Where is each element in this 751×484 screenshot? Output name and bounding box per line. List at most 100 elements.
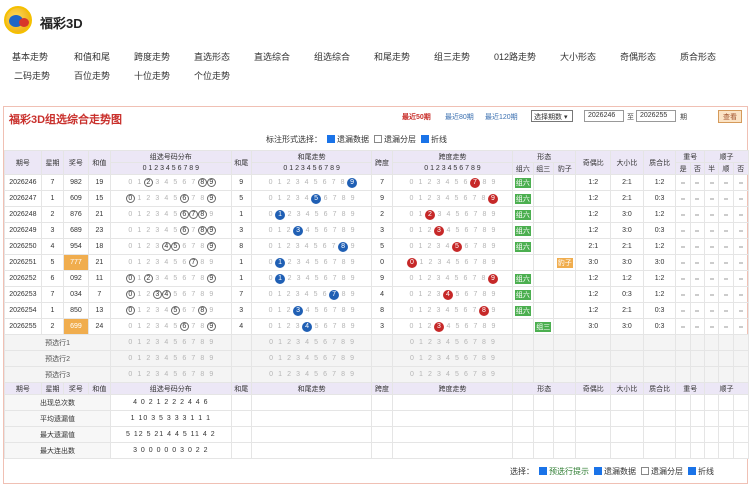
digit-mark: 6 [464,322,469,330]
option-polyline[interactable]: 折线 [421,134,447,145]
preselect-cell[interactable] [675,366,691,383]
nav-item[interactable]: 奇偶形态 [620,50,656,63]
preselect-row[interactable]: 预选行1 0 1 2 3 4 5 6 7 8 9 0 1 2 3 4 5 6 7 8 9 0 1 2 3 4 5 6 7 8 9 [3,334,750,351]
preselect-cell[interactable] [575,334,612,351]
preselect-row[interactable]: 预选行3 0 1 2 3 4 5 6 7 8 9 0 1 2 3 4 5 6 7 8 9 0 1 2 3 4 5 6 7 8 9 [3,366,750,383]
nav-item[interactable]: 012路走势 [494,50,536,63]
nav-item[interactable]: 基本走势 [12,50,48,63]
col-hewei-trend: 和尾走势 [250,382,373,395]
option-preselect-hint[interactable]: 预选行提示 [539,466,589,477]
nav-item[interactable]: 质合形态 [680,50,716,63]
preselect-cell[interactable] [532,334,554,351]
preselect-cell[interactable] [689,334,705,351]
range-link-120[interactable]: 最近120期 [485,112,518,122]
nav-item[interactable]: 个位走势 [194,69,230,82]
preselect-label[interactable]: 预选行3 [3,366,112,383]
preselect-cell[interactable] [552,350,577,367]
nav-item[interactable]: 和值和尾 [74,50,110,63]
preselect-row[interactable]: 预选行2 0 1 2 3 4 5 6 7 8 9 0 1 2 3 4 5 6 7 8 9 0 1 2 3 4 5 6 7 8 9 [3,350,750,367]
digit-cell-group: 0123456789 [250,270,373,287]
col-qihao[interactable]: 期号 [4,150,42,175]
preselect-cell[interactable] [512,334,534,351]
nav-item[interactable]: 二码走势 [14,69,50,82]
preselect-cell[interactable] [575,366,612,383]
preselect-cell[interactable] [718,334,734,351]
row-flag-cell [675,286,691,303]
preselect-cell[interactable] [732,366,750,383]
preselect-cell[interactable] [703,334,720,351]
preselect-cell[interactable] [642,350,677,367]
preselect-cell[interactable] [575,350,612,367]
preselect-cell[interactable] [512,366,534,383]
stat-cell [703,410,720,427]
preselect-cell[interactable] [610,334,644,351]
preselect-cell[interactable] [532,350,554,367]
checkbox-checked-icon[interactable] [688,467,696,475]
nav-item[interactable]: 跨度走势 [134,50,170,63]
digit-cell-group: 0123456789 [391,366,514,383]
preselect-cell[interactable] [689,350,705,367]
range-link-80[interactable]: 最近80期 [445,112,474,122]
preselect-cell[interactable] [610,366,644,383]
query-button[interactable]: 查看 [718,110,742,123]
preselect-cell[interactable] [610,350,644,367]
row-flag-cell [732,238,750,255]
app-title: 福彩3D [40,16,83,31]
option-omission-layer[interactable]: 遗漏分层 [374,134,416,145]
digit-mark: 3 [155,339,160,346]
range-link-50[interactable]: 最近50期 [402,112,431,122]
preselect-cell[interactable] [552,334,577,351]
row-xingtai-cell [552,270,577,287]
nav-item[interactable]: 百位走势 [74,69,110,82]
preselect-label[interactable]: 预选行1 [3,334,112,351]
option-polyline[interactable]: 折线 [688,466,714,477]
digit-mark: 0 [409,274,414,282]
digit-mark: 7 [191,307,196,314]
nav-item[interactable]: 直选形态 [194,50,230,63]
checkbox-checked-icon[interactable] [327,135,335,143]
preselect-cell[interactable] [675,334,691,351]
digit-mark: 4 [442,289,453,300]
nav-item[interactable]: 大小形态 [560,50,596,63]
from-input[interactable]: 2026246 [584,110,624,122]
nav-item[interactable]: 组选综合 [314,50,350,63]
preselect-cell[interactable] [732,334,750,351]
nav-item[interactable]: 组三走势 [434,50,470,63]
option-omission-data[interactable]: 遗漏数据 [594,466,636,477]
option-omission-layer[interactable]: 遗漏分层 [641,466,683,477]
digit-mark: 5 [173,211,178,218]
nav-item[interactable]: 和尾走势 [374,50,410,63]
preselect-cell[interactable] [689,366,705,383]
preselect-cell[interactable] [512,350,534,367]
row-zhihe: 3:0 [642,254,677,271]
digit-mark: 9 [206,194,216,203]
preselect-cell[interactable] [718,366,734,383]
digit-mark: 2 [146,355,151,362]
option-omission-data[interactable]: 遗漏数据 [327,134,369,145]
preselect-cell[interactable] [703,350,720,367]
digit-mark: 7 [191,179,196,186]
nav-item[interactable]: 十位走势 [134,69,170,82]
checkbox-checked-icon[interactable] [594,467,602,475]
preselect-cell[interactable] [703,366,720,383]
checkbox-empty-icon[interactable] [374,135,382,143]
digit-mark: 4 [164,307,169,314]
stat-cell [371,426,393,443]
preselect-cell[interactable] [642,366,677,383]
row-xingtai-cell: 组六 [512,206,534,223]
checkbox-empty-icon[interactable] [641,467,649,475]
digit-cell-group: 0123456789 [391,190,514,207]
preselect-cell[interactable] [552,366,577,383]
preselect-cell[interactable] [675,350,691,367]
preselect-cell[interactable] [732,350,750,367]
preselect-cell[interactable] [532,366,554,383]
checkbox-checked-icon[interactable] [421,135,429,143]
preselect-cell[interactable] [642,334,677,351]
preselect-label[interactable]: 预选行2 [3,350,112,367]
to-input[interactable]: 2026255 [636,110,676,122]
row-xingtai-cell [552,222,577,239]
nav-item[interactable]: 直选综合 [254,50,290,63]
checkbox-checked-icon[interactable] [539,467,547,475]
period-select[interactable]: 选择期数 ▾ [531,110,573,122]
preselect-cell[interactable] [718,350,734,367]
